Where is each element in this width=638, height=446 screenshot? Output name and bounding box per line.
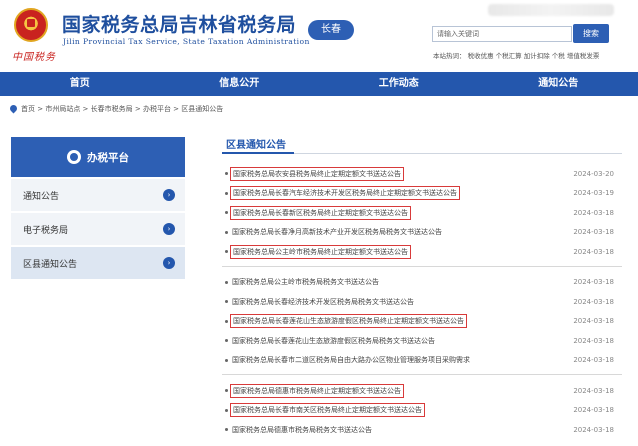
- bullet-icon: [225, 211, 228, 215]
- list-item[interactable]: 国家税务总局长春汽车经济技术开发区税务局终止定期定额文书送达公告 2024-03-…: [222, 184, 622, 204]
- notice-title-link[interactable]: 国家税务总局长春市二道区税务局自由大路办公区物业管理服务项目采购需求: [232, 355, 470, 365]
- notice-date: 2024-03-18: [573, 208, 614, 217]
- sidebar-item-notices[interactable]: 通知公告 ›: [11, 179, 185, 211]
- notice-title-link[interactable]: 国家税务总局长春市南关区税务局终止定期定额文书送达公告: [230, 403, 425, 418]
- nav-home[interactable]: 首页: [0, 72, 160, 96]
- top-links-blurred: [488, 4, 614, 16]
- notice-date: 2024-03-18: [573, 278, 614, 287]
- notice-list: 国家税务总局农安县税务局终止定期定额文书送达公告 2024-03-20 国家税务总局…: [222, 164, 622, 440]
- notice-date: 2024-03-18: [573, 228, 614, 237]
- bullet-icon: [225, 250, 228, 254]
- tax-emblem-icon: [14, 8, 48, 42]
- notice-title-link[interactable]: 国家税务总局长春莲花山生态旅游度假区税务局终止定期定额文书送达公告: [230, 314, 467, 329]
- notice-title-link[interactable]: 国家税务总局长春经济技术开发区税务局税务文书送达公告: [232, 297, 414, 307]
- notice-date: 2024-03-18: [573, 406, 614, 415]
- notice-title-link[interactable]: 国家税务总局德惠市税务局终止定期定额文书送达公告: [230, 383, 404, 398]
- list-item[interactable]: 国家税务总局长春经济技术开发区税务局税务文书送达公告 2024-03-18: [222, 292, 622, 312]
- chevron-right-icon: ›: [163, 257, 175, 269]
- site-title[interactable]: 国家税务总局吉林省税务局: [62, 10, 296, 37]
- list-item[interactable]: 国家税务总局农安县税务局终止定期定额文书送达公告 2024-03-20: [222, 164, 622, 184]
- city-badge[interactable]: 长春: [308, 20, 354, 40]
- sidebar-header-label: 办税平台: [87, 151, 129, 164]
- sidebar-item-label: 电子税务局: [23, 225, 69, 236]
- bullet-icon: [225, 339, 228, 343]
- nav-notices[interactable]: 通知公告: [479, 72, 638, 96]
- search-input[interactable]: 请输入关键词: [432, 26, 572, 42]
- notice-title-link[interactable]: 国家税务总局农安县税务局终止定期定额文书送达公告: [230, 166, 404, 181]
- tax-platform-icon: [67, 150, 81, 164]
- notice-title-link[interactable]: 国家税务总局公主岭市税务局终止定期定额文书送达公告: [230, 244, 411, 259]
- list-item[interactable]: 国家税务总局公主岭市税务局终止定期定额文书送达公告 2024-03-18: [222, 242, 622, 262]
- list-item[interactable]: 国家税务总局长春市二道区税务局自由大路办公区物业管理服务项目采购需求 2024-0…: [222, 351, 622, 371]
- notice-date: 2024-03-18: [573, 425, 614, 434]
- bullet-icon: [225, 172, 228, 176]
- breadcrumb-text[interactable]: 首页 > 市州局站点 > 长春市税务局 > 办税平台 > 区县通知公告: [21, 105, 223, 113]
- sidebar-item-e-tax-bureau[interactable]: 电子税务局 ›: [11, 213, 185, 245]
- notice-date: 2024-03-18: [573, 317, 614, 326]
- notice-date: 2024-03-18: [573, 336, 614, 345]
- notice-date: 2024-03-19: [573, 189, 614, 198]
- hot-words: 本站热词： 税收优惠 个税汇算 加计扣除 个税 增值税发票: [433, 52, 600, 60]
- list-item[interactable]: 国家税务总局公主岭市税务局税务文书送达公告 2024-03-18: [222, 273, 622, 293]
- list-item[interactable]: 国家税务总局长春净月高新技术产业开发区税务局税务文书送达公告 2024-03-18: [222, 223, 622, 243]
- list-divider: [222, 265, 622, 267]
- bullet-icon: [225, 280, 228, 284]
- page-title: 区县通知公告: [222, 137, 622, 154]
- bullet-icon: [225, 300, 228, 304]
- sidebar-item-label: 区县通知公告: [23, 259, 78, 270]
- bullet-icon: [225, 428, 228, 432]
- site-header: 中国税务 国家税务总局吉林省税务局 Jilin Provincial Tax S…: [0, 0, 638, 72]
- site-title-en: Jilin Provincial Tax Service, State Taxa…: [63, 37, 310, 46]
- notice-title-link[interactable]: 国家税务总局长春莲花山生态旅游度假区税务局税务文书送达公告: [232, 336, 435, 346]
- search-button[interactable]: 搜索: [573, 24, 609, 43]
- notice-date: 2024-03-18: [573, 386, 614, 395]
- bullet-icon: [225, 191, 228, 195]
- main-content: 区县通知公告 国家税务总局农安县税务局终止定期定额文书送达公告 2024-03-2…: [222, 137, 622, 440]
- notice-title-link[interactable]: 国家税务总局德惠市税务局税务文书送达公告: [232, 425, 372, 435]
- notice-date: 2024-03-18: [573, 297, 614, 306]
- notice-title-link[interactable]: 国家税务总局长春净月高新技术产业开发区税务局税务文书送达公告: [232, 227, 442, 237]
- nav-work-news[interactable]: 工作动态: [319, 72, 479, 96]
- list-item[interactable]: 国家税务总局长春莲花山生态旅游度假区税务局终止定期定额文书送达公告 2024-03…: [222, 312, 622, 332]
- sidebar: 办税平台 通知公告 › 电子税务局 › 区县通知公告 ›: [11, 137, 185, 279]
- nav-info-disclosure[interactable]: 信息公开: [160, 72, 320, 96]
- list-divider: [222, 374, 622, 375]
- list-item[interactable]: 国家税务总局德惠市税务局终止定期定额文书送达公告 2024-03-18: [222, 381, 622, 401]
- bullet-icon: [225, 358, 228, 362]
- notice-title-link[interactable]: 国家税务总局长春新区税务局终止定期定额文书送达公告: [230, 205, 411, 220]
- sidebar-item-district-notices[interactable]: 区县通知公告 ›: [11, 247, 185, 279]
- notice-date: 2024-03-18: [573, 356, 614, 365]
- sidebar-header: 办税平台: [11, 137, 185, 177]
- list-item[interactable]: 国家税务总局长春新区税务局终止定期定额文书送达公告 2024-03-18: [222, 203, 622, 223]
- location-pin-icon: [8, 103, 19, 114]
- breadcrumb: 首页 > 市州局站点 > 长春市税务局 > 办税平台 > 区县通知公告: [8, 103, 223, 114]
- chevron-right-icon: ›: [163, 189, 175, 201]
- main-nav: 首页 信息公开 工作动态 通知公告: [0, 72, 638, 96]
- notice-title-link[interactable]: 国家税务总局公主岭市税务局税务文书送达公告: [232, 277, 379, 287]
- list-item[interactable]: 国家税务总局长春莲花山生态旅游度假区税务局税务文书送达公告 2024-03-18: [222, 331, 622, 351]
- bullet-icon: [225, 319, 228, 323]
- notice-date: 2024-03-18: [573, 247, 614, 256]
- bullet-icon: [225, 230, 228, 234]
- notice-title-link[interactable]: 国家税务总局长春汽车经济技术开发区税务局终止定期定额文书送达公告: [230, 186, 460, 201]
- list-item[interactable]: 国家税务总局长春市南关区税务局终止定期定额文书送达公告 2024-03-18: [222, 401, 622, 421]
- seal-logo: 中国税务: [12, 52, 56, 63]
- chevron-right-icon: ›: [163, 223, 175, 235]
- bullet-icon: [225, 408, 228, 412]
- notice-date: 2024-03-20: [573, 169, 614, 178]
- bullet-icon: [225, 389, 228, 393]
- list-item[interactable]: 国家税务总局德惠市税务局税务文书送达公告 2024-03-18: [222, 420, 622, 440]
- sidebar-item-label: 通知公告: [23, 191, 60, 202]
